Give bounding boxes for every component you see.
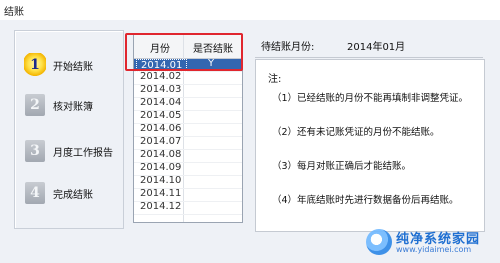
- month-cell: 2014.07: [140, 136, 182, 147]
- note-item: （2）还有未记账凭证的月份不能结账。: [272, 127, 440, 138]
- notes-box: 注: （1）已经结账的月份不能再填制非调整凭证。 （2）还有未记账凭证的月份不能…: [255, 59, 485, 232]
- step-1-icon: 1: [24, 53, 46, 77]
- month-cell: 2014.04: [140, 97, 182, 108]
- step-check-books[interactable]: 2 核对账簿: [25, 94, 125, 116]
- step-finish-closing[interactable]: 4 完成结账: [25, 182, 125, 204]
- notes-heading: 注:: [268, 74, 282, 85]
- month-cell: 2014.06: [140, 123, 182, 134]
- month-cell: 2014.09: [140, 162, 182, 173]
- steps-panel: 1 开始结账 2 核对账簿 3 月度工作报告 4 完成结账: [14, 30, 124, 229]
- month-cell: 2014.11: [140, 188, 182, 199]
- info-panel: 待结账月份: 2014年01月 注: （1）已经结账的月份不能再填制非调整凭证。…: [255, 33, 485, 232]
- step-3-icon: 3: [25, 140, 45, 162]
- step-2-icon: 2: [25, 94, 45, 116]
- step-start-closing[interactable]: 1 开始结账: [24, 53, 125, 77]
- step-4-icon: 4: [25, 182, 45, 204]
- step-label: 月度工作报告: [53, 148, 113, 159]
- table-row[interactable]: 2014.12: [134, 201, 242, 215]
- month-cell: 2014.08: [140, 149, 182, 160]
- step-label: 开始结账: [53, 62, 93, 73]
- window-title: 结账: [4, 7, 24, 18]
- pending-month-value: 2014年01月: [347, 42, 406, 53]
- watermark: 纯净系统家园 www.yidaimei.com: [366, 227, 494, 257]
- watermark-logo-icon: [366, 229, 392, 255]
- note-item: （4）年底结账时先进行数据备份后再结账。: [272, 195, 459, 206]
- step-monthly-report[interactable]: 3 月度工作报告: [25, 140, 125, 162]
- month-cell: 2014.10: [140, 175, 182, 186]
- step-label: 完成结账: [53, 190, 93, 201]
- pending-month-row: 待结账月份: 2014年01月: [255, 33, 483, 58]
- step-label: 核对账簿: [53, 102, 93, 113]
- month-cell: 2014.02: [140, 71, 182, 82]
- table-rows: 2014.01 Y 2014.02 2014.03 2014.04 2014.05 2014…: [134, 58, 242, 215]
- title-bar: 结账: [0, 0, 500, 20]
- note-item: （3）每月对账正确后才能结账。: [272, 161, 412, 172]
- month-cell: 2014.05: [140, 110, 182, 121]
- note-item: （1）已经结账的月份不能再填制非调整凭证。: [272, 93, 469, 104]
- pending-month-label: 待结账月份:: [261, 42, 315, 53]
- month-cell: 2014.12: [140, 201, 182, 212]
- highlight-box: [125, 33, 243, 71]
- month-cell: 2014.03: [140, 84, 182, 95]
- watermark-url: www.yidaimei.com: [396, 245, 472, 254]
